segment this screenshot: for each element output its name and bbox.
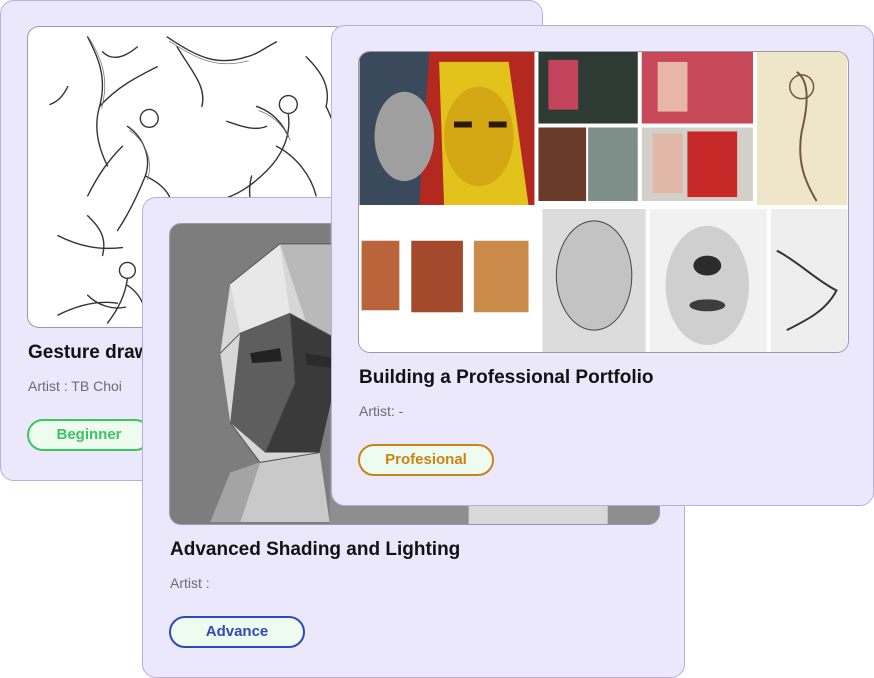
course-title: Building a Professional Portfolio: [359, 367, 654, 388]
portfolio-collage-art: [359, 52, 848, 352]
level-badge-profesional[interactable]: Profesional: [358, 444, 494, 476]
portfolio-collage-image: [358, 51, 849, 353]
course-artist: Artist: -: [359, 403, 404, 419]
course-title: Advanced Shading and Lighting: [170, 539, 461, 560]
course-artist: Artist : TB Choi: [28, 378, 122, 394]
course-artist: Artist :: [170, 575, 210, 591]
course-card-portfolio[interactable]: Building a Professional Portfolio Artist…: [331, 25, 874, 506]
course-cards-stage: Gesture drawing Artist : TB Choi Beginne…: [0, 0, 874, 678]
level-badge-beginner[interactable]: Beginner: [27, 419, 151, 451]
level-badge-advance[interactable]: Advance: [169, 616, 305, 648]
